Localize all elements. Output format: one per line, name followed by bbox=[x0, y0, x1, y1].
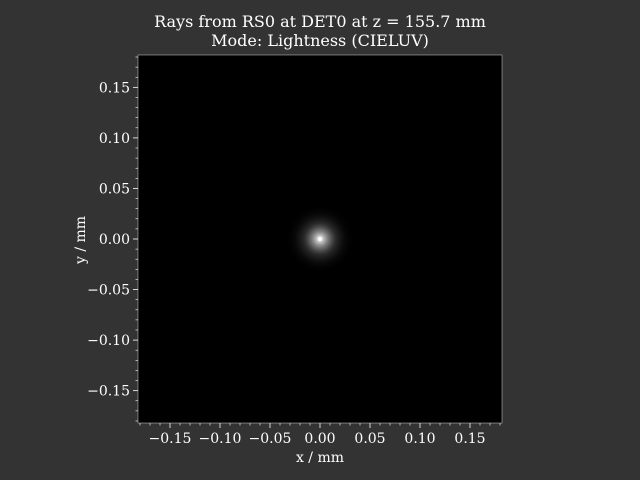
y-tick-label: 0.00 bbox=[99, 232, 130, 248]
y-tick-label: −0.05 bbox=[87, 283, 130, 299]
y-tick-label: 0.15 bbox=[99, 80, 130, 96]
focal-spot-core bbox=[318, 237, 322, 241]
y-axis-ticks: 0.15 0.10 0.05 0.00 −0.05 −0.10 −0.15 bbox=[87, 80, 138, 400]
chart-subtitle: Mode: Lightness (CIELUV) bbox=[211, 31, 429, 50]
y-axis-label: y / mm bbox=[73, 216, 89, 265]
x-tick-label: 0.00 bbox=[304, 431, 335, 447]
x-axis-ticks: −0.15 −0.10 −0.05 0.00 0.05 0.10 0.15 bbox=[149, 423, 486, 447]
y-tick-label: 0.10 bbox=[99, 131, 130, 147]
y-tick-label: −0.15 bbox=[87, 384, 130, 400]
chart-title: Rays from RS0 at DET0 at z = 155.7 mm bbox=[154, 12, 486, 31]
x-tick-label: −0.05 bbox=[249, 431, 292, 447]
x-tick-label: 0.15 bbox=[454, 431, 485, 447]
x-tick-label: 0.10 bbox=[404, 431, 435, 447]
figure: Rays from RS0 at DET0 at z = 155.7 mm Mo… bbox=[73, 12, 503, 466]
x-tick-label: −0.15 bbox=[149, 431, 192, 447]
y-tick-label: 0.05 bbox=[99, 181, 130, 197]
x-tick-label: −0.10 bbox=[199, 431, 242, 447]
x-axis-label: x / mm bbox=[296, 450, 344, 466]
y-tick-label: −0.10 bbox=[87, 333, 130, 349]
x-tick-label: 0.05 bbox=[354, 431, 385, 447]
